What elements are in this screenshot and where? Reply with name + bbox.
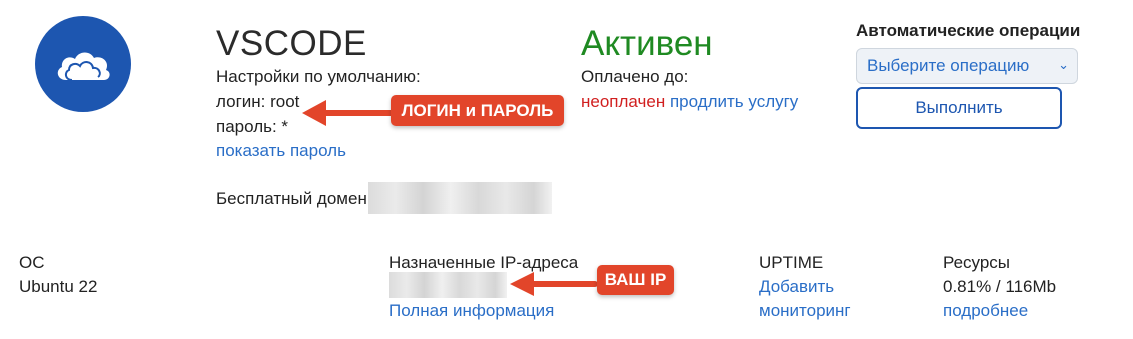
operation-select-value: Выберите операцию: [867, 56, 1030, 75]
operations-label: Автоматические операции: [856, 21, 1081, 40]
add-monitoring-link[interactable]: Добавить: [759, 277, 834, 297]
unpaid-status: неоплачен: [581, 92, 666, 111]
free-domain-label: Бесплатный домен: [216, 189, 367, 208]
resources-value: 0.81% / 116Mb: [943, 277, 1057, 296]
show-password-link[interactable]: показать пароль: [216, 141, 346, 161]
operation-select[interactable]: Выберите операцию ⌄: [856, 48, 1078, 84]
chevron-down-icon: ⌄: [1058, 57, 1069, 72]
payment-status-line: неоплачен продлить услугу: [581, 92, 798, 112]
app-logo: [35, 16, 131, 112]
resources-label: Ресурсы: [943, 253, 1011, 272]
ip-badge: ВАШ IP: [597, 265, 674, 295]
cloud-icon: [57, 52, 110, 81]
password-line: пароль: *: [216, 117, 289, 136]
run-operation-button[interactable]: Выполнить: [856, 87, 1062, 129]
ip-details-link[interactable]: Полная информация: [389, 301, 554, 321]
free-domain-value-redacted: [368, 182, 552, 214]
resources-more-link[interactable]: подробнее: [943, 301, 1028, 321]
login-line: логин: root: [216, 92, 300, 111]
extend-service-link[interactable]: продлить услугу: [670, 92, 798, 111]
arrow-left-icon: [302, 100, 395, 126]
defaults-label: Настройки по умолчанию:: [216, 67, 421, 86]
paid-until-label: Оплачено до:: [581, 67, 689, 86]
ip-value-redacted: [389, 272, 507, 298]
monitoring-link[interactable]: мониторинг: [759, 301, 851, 321]
arrow-left-icon: [510, 272, 598, 296]
os-label: ОС: [19, 253, 45, 272]
login-password-badge: ЛОГИН и ПАРОЛЬ: [391, 95, 564, 126]
service-status: Активен: [581, 24, 713, 63]
service-title: VSCODE: [216, 24, 367, 63]
uptime-label: UPTIME: [759, 253, 824, 272]
os-value: Ubuntu 22: [19, 277, 98, 296]
